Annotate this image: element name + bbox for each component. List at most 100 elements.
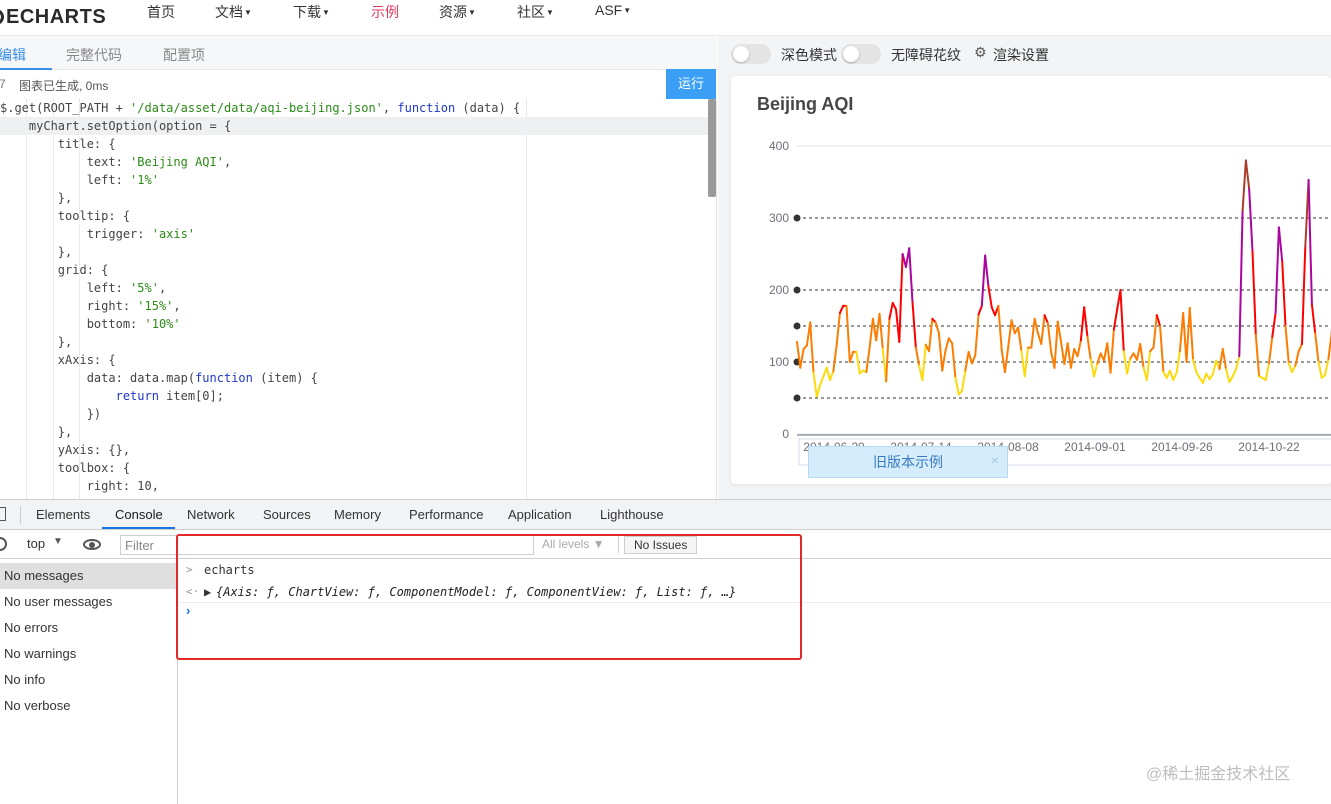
tab-network[interactable]: Network bbox=[187, 507, 235, 522]
series-segment bbox=[1277, 226, 1284, 263]
sidebar-item-warnings[interactable]: No warnings bbox=[0, 641, 177, 667]
nav-item-community[interactable]: 社区▼ bbox=[517, 2, 554, 22]
code-line: left: '1%' bbox=[0, 173, 159, 187]
series-segment bbox=[888, 301, 894, 320]
tab-sources[interactable]: Sources bbox=[263, 507, 311, 522]
series-segment bbox=[835, 312, 841, 347]
series-segment bbox=[1231, 368, 1237, 378]
a11y-pattern-toggle[interactable] bbox=[841, 44, 881, 64]
tab-elements[interactable]: Elements bbox=[36, 507, 90, 522]
mark-line-dot bbox=[793, 214, 801, 222]
aqi-line-chart[interactable]: Beijing AQI01002003004002014-06-202014-0… bbox=[731, 76, 1331, 484]
series-segment bbox=[1159, 325, 1165, 374]
series-segment bbox=[1221, 348, 1228, 371]
series-segment bbox=[1300, 245, 1307, 345]
nav-item-asf[interactable]: ASF▼ bbox=[595, 2, 631, 22]
series-segment bbox=[1307, 178, 1313, 306]
code-line: title: { bbox=[0, 137, 116, 151]
series-segment bbox=[1126, 357, 1132, 375]
tab-memory[interactable]: Memory bbox=[334, 507, 381, 522]
sidebar-item-verbose[interactable]: No verbose bbox=[0, 693, 177, 719]
series-segment bbox=[1234, 355, 1241, 371]
series-segment bbox=[1324, 358, 1330, 376]
series-segment bbox=[885, 317, 891, 383]
nav-item-resources[interactable]: 资源▼ bbox=[439, 2, 476, 22]
code-editor[interactable]: $.get(ROOT_PATH + '/data/asset/data/aqi-… bbox=[0, 99, 717, 499]
code-line: trigger: 'axis' bbox=[0, 227, 196, 241]
render-settings-label[interactable]: 渲染设置 bbox=[993, 45, 1049, 65]
series-segment bbox=[1188, 307, 1195, 361]
series-segment bbox=[825, 366, 832, 381]
nav-item-docs[interactable]: 文档▼ bbox=[215, 2, 252, 22]
series-segment bbox=[1211, 359, 1218, 376]
run-button[interactable]: 运行 bbox=[666, 69, 716, 99]
y-tick-label: 200 bbox=[769, 283, 789, 297]
gear-icon[interactable]: ⚙ bbox=[974, 44, 990, 60]
old-example-banner[interactable]: 旧版本示例 × bbox=[808, 446, 1008, 478]
sidebar-item-errors[interactable]: No errors bbox=[0, 615, 177, 641]
series-segment bbox=[1155, 314, 1162, 327]
x-tick-label: 2014-09-26 bbox=[1151, 440, 1213, 454]
tab-options[interactable]: 配置项 bbox=[163, 45, 205, 65]
series-segment bbox=[1069, 348, 1076, 369]
series-segment bbox=[944, 337, 950, 352]
series-segment bbox=[937, 332, 944, 372]
tab-application[interactable]: Application bbox=[508, 507, 572, 522]
series-segment bbox=[891, 301, 898, 311]
tab-performance[interactable]: Performance bbox=[409, 507, 483, 522]
editor-status-bar: 7 图表已生成, 0ms bbox=[0, 70, 717, 98]
series-segment bbox=[1244, 159, 1251, 191]
series-segment bbox=[1083, 306, 1089, 338]
series-segment bbox=[1241, 159, 1247, 212]
code-line: right: 10, bbox=[0, 479, 159, 493]
nav-item-download[interactable]: 下载▼ bbox=[293, 2, 330, 22]
dark-mode-toggle[interactable] bbox=[731, 44, 771, 64]
code-line: $.get(ROOT_PATH + '/data/asset/data/aqi-… bbox=[0, 101, 521, 115]
sidebar-item-user-messages[interactable]: No user messages bbox=[0, 589, 177, 615]
code-line: bottom: '10%' bbox=[0, 317, 181, 331]
tab-lighthouse[interactable]: Lighthouse bbox=[600, 507, 664, 522]
clear-console-icon[interactable] bbox=[0, 537, 7, 551]
devtools-tabs: Elements Console Network Sources Memory … bbox=[0, 500, 1331, 530]
series-segment bbox=[838, 304, 845, 315]
toggle-knob bbox=[733, 46, 749, 62]
series-segment bbox=[1168, 369, 1175, 381]
eye-icon[interactable] bbox=[83, 539, 101, 550]
series-segment bbox=[868, 317, 874, 349]
chart-pane: 深色模式 无障碍花纹 ⚙ 渲染设置 Beijing AQI 0 100 200 300 4… bbox=[718, 36, 1331, 499]
context-select[interactable]: top bbox=[27, 536, 45, 551]
device-toolbar-icon[interactable] bbox=[0, 507, 6, 521]
dark-mode-label: 深色模式 bbox=[781, 47, 837, 63]
echarts-logo[interactable]: ECHARTS bbox=[0, 4, 106, 30]
sidebar-item-messages[interactable]: No messages bbox=[0, 563, 177, 589]
series-segment bbox=[934, 321, 940, 335]
tab-full-code[interactable]: 完整代码 bbox=[66, 45, 122, 65]
nav-item-home[interactable]: 首页 bbox=[147, 2, 175, 22]
close-icon[interactable]: × bbox=[991, 445, 999, 475]
code-scrollbar[interactable] bbox=[708, 99, 716, 197]
active-tab-indicator bbox=[102, 527, 175, 529]
sidebar-item-info[interactable]: No info bbox=[0, 667, 177, 693]
code-line: toolbox: { bbox=[0, 461, 131, 475]
series-segment bbox=[809, 321, 815, 374]
status-text: 图表已生成, 0ms bbox=[19, 79, 109, 93]
series-segment bbox=[980, 254, 987, 307]
series-segment bbox=[1271, 312, 1277, 338]
tab-console[interactable]: Console bbox=[115, 507, 163, 522]
series-segment bbox=[1010, 319, 1016, 335]
nav-item-examples[interactable]: 示例 bbox=[371, 2, 399, 22]
series-segment bbox=[812, 371, 818, 398]
series-segment bbox=[1040, 314, 1046, 345]
series-segment bbox=[928, 317, 934, 353]
tab-edit[interactable]: 编辑 bbox=[0, 45, 26, 65]
chevron-down-icon[interactable]: ▼ bbox=[53, 536, 63, 547]
a11y-pattern-label: 无障碍花纹 bbox=[891, 47, 961, 63]
y-tick-label: 300 bbox=[769, 211, 789, 225]
series-segment bbox=[865, 346, 871, 374]
mark-line-dot bbox=[793, 286, 801, 294]
series-segment bbox=[911, 301, 917, 349]
series-segment bbox=[1119, 289, 1125, 353]
series-segment bbox=[1185, 307, 1191, 363]
series-segment bbox=[1109, 328, 1115, 374]
chevron-down-icon: ▼ bbox=[468, 8, 476, 17]
